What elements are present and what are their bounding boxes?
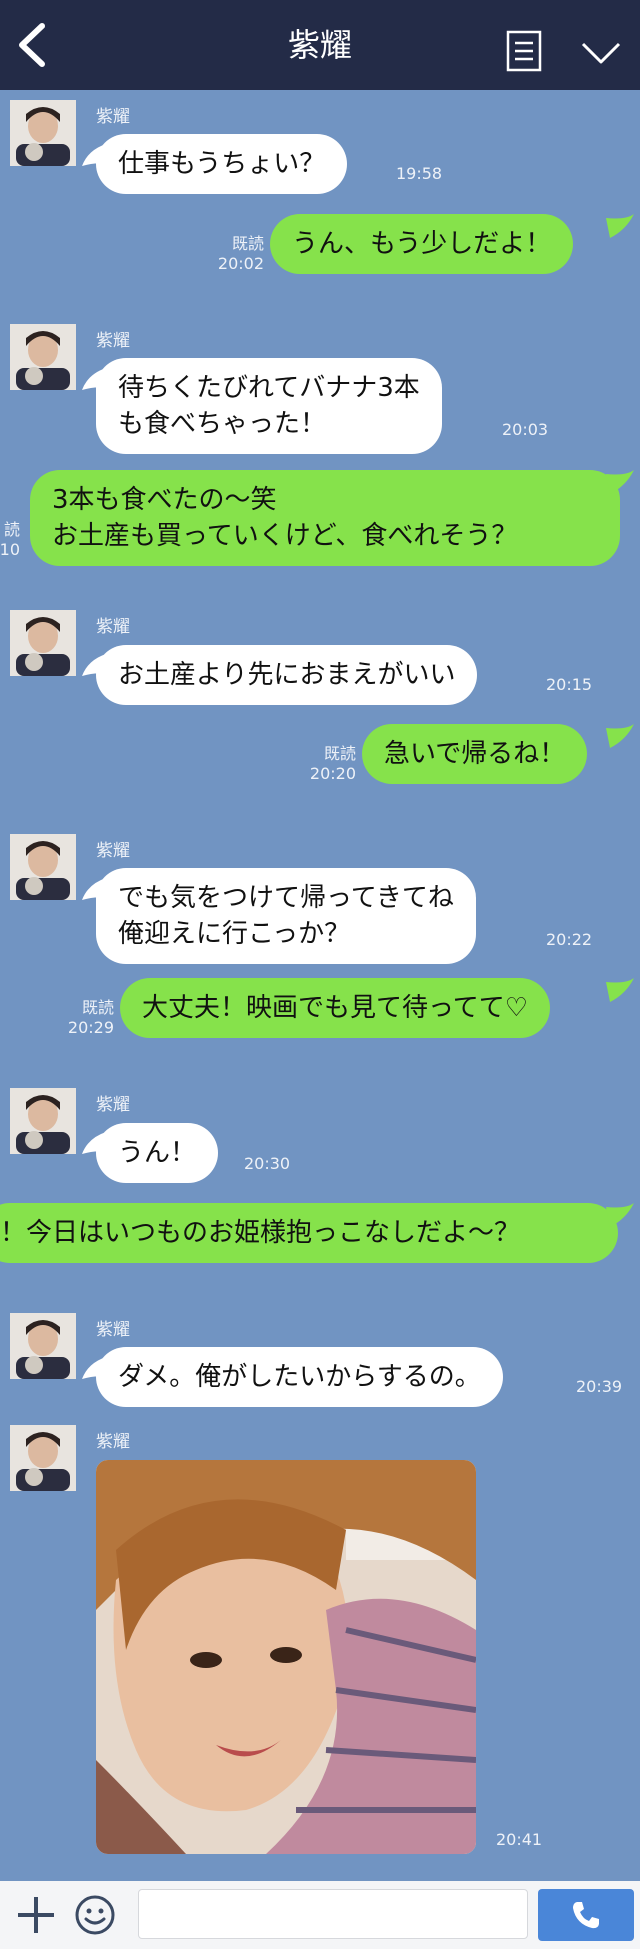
- message-bubble-outgoing[interactable]: うん、もう少しだよ！: [270, 214, 574, 274]
- message-bubble-outgoing[interactable]: 急いで帰るね！: [362, 724, 588, 784]
- message-bubble-incoming[interactable]: ダメ。俺がしたいからするの。: [96, 1347, 503, 1407]
- message-time: 20:39: [576, 1377, 623, 1396]
- read-receipt: 既読: [323, 744, 356, 763]
- message-bubble-incoming[interactable]: 待ちくたびれてバナナ3本 も食べちゃった！: [96, 358, 442, 454]
- sender-name: 紫耀: [96, 107, 130, 127]
- message-time: 20:02: [217, 254, 264, 273]
- message-bubble-outgoing[interactable]: 大丈夫！映画でも見て待ってて♡: [120, 978, 551, 1038]
- message-time: 20:29: [67, 1018, 114, 1037]
- avatar[interactable]: [10, 324, 76, 390]
- message-bubble-incoming[interactable]: うん！: [96, 1123, 219, 1183]
- chat-title: 紫耀: [287, 26, 352, 64]
- phone-icon: [573, 1902, 599, 1929]
- message-composer: [0, 1881, 640, 1949]
- message-line: お土産も買っていくけど、食べれそう？: [52, 521, 518, 551]
- sender-name: 紫耀: [96, 1320, 130, 1340]
- message-line: でも気をつけて帰ってきてね: [118, 883, 454, 913]
- message-line: 3本も食べたの〜笑: [52, 485, 277, 515]
- call-button[interactable]: [538, 1889, 634, 1941]
- message-bubble-outgoing[interactable]: 3本も食べたの〜笑 お土産も買っていくけど、食べれそう？: [30, 470, 620, 566]
- sender-name: 紫耀: [96, 1432, 130, 1452]
- sender-name: 紫耀: [96, 331, 130, 351]
- message-time: 20:22: [546, 930, 593, 949]
- avatar[interactable]: [10, 1088, 76, 1154]
- chevron-down-icon[interactable]: [580, 40, 622, 66]
- avatar[interactable]: [10, 1425, 76, 1491]
- list-icon[interactable]: [506, 30, 542, 72]
- message-line: も食べちゃった！: [118, 409, 327, 439]
- message-bubble-incoming[interactable]: お土産より先におまえがいい: [96, 645, 478, 705]
- message-time: 20:20: [309, 764, 356, 783]
- plus-icon[interactable]: [16, 1895, 56, 1935]
- avatar[interactable]: [10, 834, 76, 900]
- read-receipt: 既読: [231, 234, 264, 253]
- message-line: 待ちくたびれてバナナ3本: [118, 373, 420, 403]
- sender-name: 紫耀: [96, 1095, 130, 1115]
- avatar[interactable]: [10, 100, 76, 166]
- message-time: :10: [0, 540, 20, 559]
- message-time: 20:41: [496, 1830, 543, 1849]
- read-receipt: 読: [3, 520, 20, 539]
- chat-header: 紫耀: [0, 0, 640, 90]
- message-input[interactable]: [138, 1889, 528, 1939]
- smile-icon[interactable]: [74, 1894, 116, 1936]
- avatar[interactable]: [10, 1313, 76, 1379]
- message-line: 俺迎えに行こっか？: [118, 919, 351, 949]
- message-bubble-outgoing[interactable]: ！今日はいつものお姫様抱っこなしだよ〜？: [0, 1203, 618, 1263]
- avatar[interactable]: [10, 610, 76, 676]
- sender-name: 紫耀: [96, 617, 130, 637]
- message-bubble-incoming[interactable]: 仕事もうちょい？: [96, 134, 348, 194]
- message-time: 19:58: [396, 164, 443, 183]
- message-time: 20:30: [244, 1154, 291, 1173]
- photo-message[interactable]: [96, 1460, 476, 1854]
- message-time: 20:15: [546, 675, 593, 694]
- message-bubble-incoming[interactable]: でも気をつけて帰ってきてね 俺迎えに行こっか？: [96, 868, 476, 964]
- read-receipt: 既読: [81, 998, 114, 1017]
- message-time: 20:03: [502, 420, 549, 439]
- sender-name: 紫耀: [96, 841, 130, 861]
